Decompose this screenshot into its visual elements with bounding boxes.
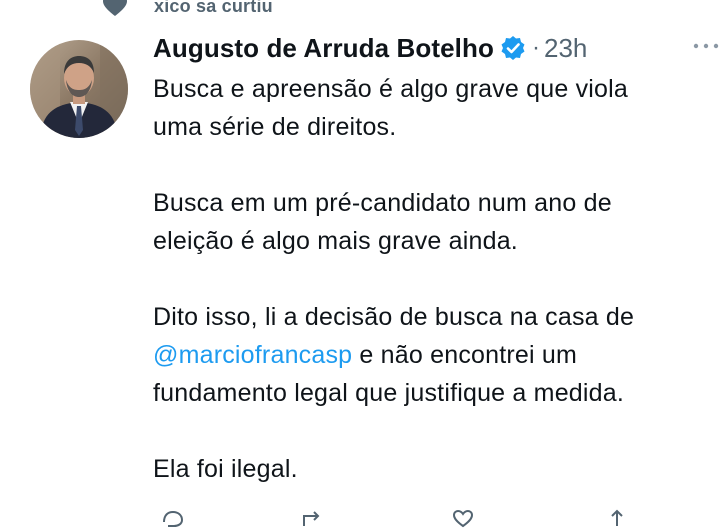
reply-icon[interactable]	[158, 508, 188, 528]
share-icon[interactable]	[602, 508, 632, 528]
like-icon[interactable]	[448, 508, 478, 528]
tweet-line: e não encontrei um	[352, 341, 578, 369]
retweet-icon[interactable]	[298, 508, 328, 528]
social-context: xico sa curtiu	[102, 0, 273, 18]
like-icon	[103, 0, 127, 16]
tweet-text: Busca e apreensão é algo grave que viola…	[153, 70, 720, 526]
tweet-line: Ela foi ilegal.	[153, 455, 298, 483]
mention-link[interactable]: @marciofrancasp	[153, 341, 352, 369]
profile-photo	[30, 40, 128, 138]
social-context-text[interactable]: xico sa curtiu	[154, 0, 273, 17]
tweet-line: eleição é algo mais grave ainda.	[153, 227, 518, 255]
tweet-actions	[150, 508, 720, 528]
verified-badge-icon	[501, 36, 525, 60]
more-options-icon[interactable]	[690, 36, 720, 56]
header-separator: ·	[531, 34, 540, 61]
tweet-header: Augusto de Arruda Botelho · 23h	[153, 28, 587, 68]
avatar[interactable]	[30, 40, 128, 138]
tweet-line: Dito isso, li a decisão de busca na casa…	[153, 303, 635, 331]
tweet-paragraph: Busca em um pré-candidato num ano de ele…	[153, 184, 720, 260]
tweet-line: Busca em um pré-candidato num ano de	[153, 189, 612, 217]
tweet-line: fundamento legal que justifique a medida…	[153, 379, 625, 407]
tweet-paragraph: Ela foi ilegal.	[153, 450, 720, 488]
tweet-line: Busca e apreensão é algo grave que viola	[153, 75, 628, 103]
tweet-paragraph: Dito isso, li a decisão de busca na casa…	[153, 298, 720, 412]
author-name[interactable]: Augusto de Arruda Botelho	[153, 33, 494, 64]
tweet-line: uma série de direitos.	[153, 113, 397, 141]
tweet-paragraph: Busca e apreensão é algo grave que viola…	[153, 70, 720, 146]
tweet-timestamp[interactable]: 23h	[544, 33, 587, 64]
